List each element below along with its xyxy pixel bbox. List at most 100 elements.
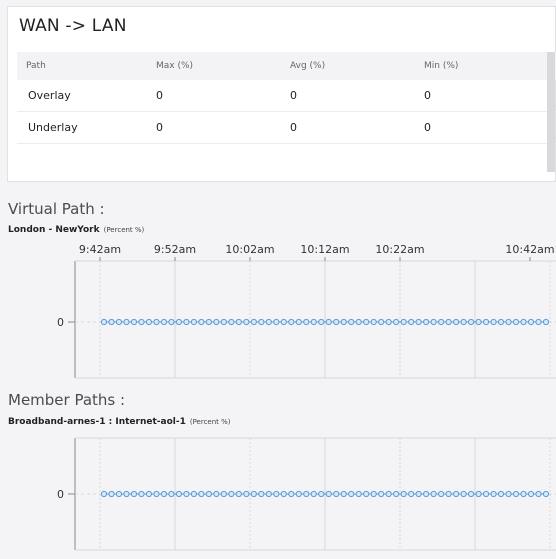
data-point bbox=[378, 490, 385, 498]
y-tick-label: 0 bbox=[57, 488, 64, 501]
data-point bbox=[265, 490, 272, 498]
panel-title: WAN -> LAN bbox=[19, 16, 127, 36]
data-point bbox=[535, 318, 542, 326]
data-point bbox=[542, 318, 550, 326]
data-point bbox=[198, 490, 205, 498]
member-path-chart-label: Broadband-arnes-1 : Internet-aol-1 (Perce… bbox=[8, 417, 231, 427]
data-point bbox=[228, 490, 235, 498]
data-point bbox=[453, 318, 460, 326]
data-point bbox=[273, 490, 280, 498]
data-point bbox=[430, 490, 437, 498]
data-point bbox=[100, 490, 108, 498]
table-row: Underlay 0 0 0 bbox=[17, 111, 556, 144]
data-point bbox=[355, 490, 362, 498]
data-point bbox=[475, 490, 482, 498]
data-point bbox=[400, 318, 407, 326]
data-point bbox=[258, 318, 265, 326]
data-point bbox=[520, 318, 527, 326]
data-point bbox=[423, 318, 430, 326]
virtual-path-chart: 9:42am 9:52am 10:02am 10:12am 10:22am 10:42am… bbox=[57, 243, 556, 379]
data-point bbox=[482, 490, 490, 498]
data-point bbox=[370, 318, 377, 326]
data-point bbox=[265, 318, 272, 326]
data-point bbox=[130, 490, 138, 498]
data-point bbox=[385, 318, 392, 326]
cell-avg: 0 bbox=[281, 80, 415, 112]
data-point bbox=[370, 490, 377, 498]
cell-max: 0 bbox=[147, 111, 281, 144]
data-point bbox=[250, 318, 257, 326]
data-point bbox=[475, 318, 482, 326]
data-point bbox=[273, 318, 280, 326]
member-path-chart: 0 bbox=[57, 437, 556, 551]
column-header-avg[interactable]: Avg (%) bbox=[281, 52, 415, 80]
x-tick-label: 9:42am bbox=[79, 243, 121, 256]
data-point bbox=[467, 490, 475, 498]
column-header-max[interactable]: Max (%) bbox=[147, 52, 281, 80]
data-point bbox=[258, 490, 265, 498]
data-point bbox=[348, 318, 355, 326]
data-point bbox=[355, 318, 362, 326]
data-point bbox=[130, 318, 138, 326]
data-point bbox=[325, 318, 332, 326]
data-point bbox=[497, 490, 505, 498]
data-point bbox=[333, 318, 340, 326]
data-point bbox=[527, 490, 535, 498]
table-header-row: Path Max (%) Avg (%) Min (%) bbox=[17, 52, 556, 80]
data-point bbox=[235, 490, 242, 498]
cell-max: 0 bbox=[147, 80, 281, 112]
path-stats-table: Path Max (%) Avg (%) Min (%) Overlay 0 0… bbox=[17, 52, 556, 144]
data-point bbox=[490, 490, 497, 498]
data-point bbox=[138, 490, 145, 498]
data-point bbox=[505, 490, 512, 498]
data-point bbox=[288, 490, 295, 498]
data-point bbox=[160, 318, 168, 326]
data-point bbox=[235, 318, 242, 326]
data-point bbox=[318, 490, 325, 498]
data-point bbox=[325, 490, 332, 498]
column-header-min[interactable]: Min (%) bbox=[415, 52, 556, 80]
x-tick-label: 10:42am bbox=[505, 243, 554, 256]
cell-min: 0 bbox=[415, 80, 556, 112]
data-point bbox=[340, 490, 347, 498]
data-point bbox=[400, 490, 407, 498]
virtual-path-chart-label: London - NewYork (Percent %) bbox=[8, 225, 144, 235]
data-point bbox=[363, 318, 370, 326]
data-point bbox=[385, 490, 392, 498]
data-point bbox=[535, 490, 542, 498]
data-point bbox=[228, 318, 235, 326]
data-point bbox=[348, 490, 355, 498]
data-point bbox=[288, 318, 295, 326]
data-point bbox=[168, 318, 175, 326]
data-point bbox=[303, 490, 310, 498]
data-point bbox=[527, 318, 535, 326]
data-point bbox=[160, 490, 168, 498]
cell-avg: 0 bbox=[281, 111, 415, 144]
data-point bbox=[378, 318, 385, 326]
data-point bbox=[123, 318, 130, 326]
x-tick-label: 10:12am bbox=[300, 243, 349, 256]
data-point bbox=[205, 490, 212, 498]
data-point bbox=[175, 490, 183, 498]
data-point bbox=[490, 318, 497, 326]
data-point bbox=[190, 318, 197, 326]
data-point bbox=[213, 490, 220, 498]
data-point bbox=[205, 318, 212, 326]
data-point bbox=[220, 318, 227, 326]
data-point bbox=[153, 318, 160, 326]
data-point bbox=[423, 490, 430, 498]
data-point bbox=[280, 318, 287, 326]
data-point bbox=[318, 318, 325, 326]
virtual-path-unit: (Percent %) bbox=[103, 226, 145, 234]
table-scrollbar[interactable] bbox=[547, 52, 555, 172]
data-point bbox=[520, 490, 527, 498]
data-point bbox=[108, 318, 115, 326]
column-header-path[interactable]: Path bbox=[17, 52, 147, 80]
data-point bbox=[123, 490, 130, 498]
data-point bbox=[453, 490, 460, 498]
data-point bbox=[243, 318, 250, 326]
data-point bbox=[303, 318, 310, 326]
data-point bbox=[497, 318, 505, 326]
data-point bbox=[408, 490, 415, 498]
data-point bbox=[183, 318, 190, 326]
